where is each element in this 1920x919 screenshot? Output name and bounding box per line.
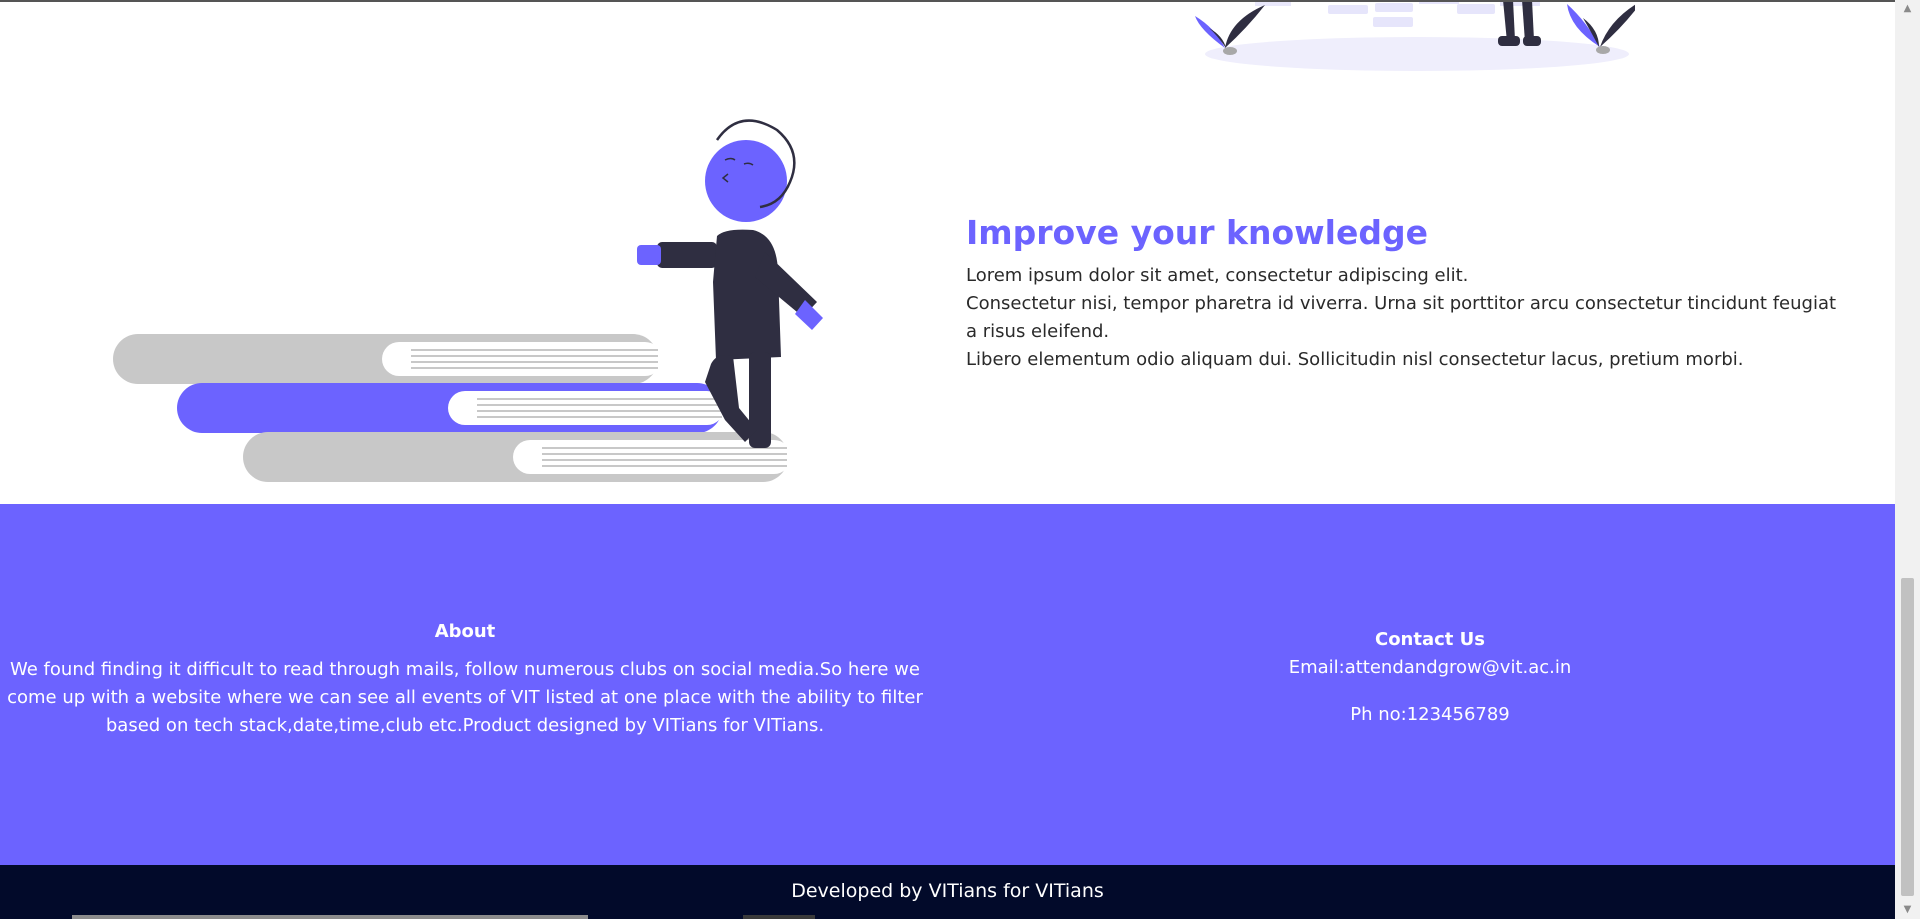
knowledge-line: Libero elementum odio aliquam dui. Solli… xyxy=(966,349,1744,370)
contact-phone: Ph no:123456789 xyxy=(1350,704,1510,725)
scroll-up-arrow-icon[interactable]: ▲ xyxy=(1895,0,1920,18)
vertical-scrollbar[interactable]: ▲ ▼ xyxy=(1895,0,1920,919)
contact-section: Contact Us Email:attendandgrow@vit.ac.in… xyxy=(1180,627,1680,728)
knowledge-text-block: Improve your knowledge Lorem ipsum dolor… xyxy=(966,208,1846,374)
plants-illustration xyxy=(1195,0,1635,71)
books-stairs-illustration xyxy=(113,119,823,482)
knowledge-line: Lorem ipsum dolor sit amet, consectetur … xyxy=(966,265,1469,286)
about-title: About xyxy=(434,621,496,642)
top-divider xyxy=(0,0,1895,2)
contact-email[interactable]: Email:attendandgrow@vit.ac.in xyxy=(1180,655,1680,681)
page: Improve your knowledge Lorem ipsum dolor… xyxy=(0,0,1920,919)
about-text: We found finding it difficult to read th… xyxy=(7,659,923,736)
contact-title: Contact Us xyxy=(1374,629,1485,650)
scroll-down-arrow-icon[interactable]: ▼ xyxy=(1895,901,1920,919)
knowledge-title: Improve your knowledge xyxy=(966,213,1428,252)
developer-credit: Developed by VITians for VITians xyxy=(791,880,1104,902)
footer: About We found finding it difficult to r… xyxy=(0,504,1895,865)
bottom-bar: Developed by VITians for VITians xyxy=(0,865,1895,919)
horizontal-scroll-thumb[interactable] xyxy=(72,915,588,919)
knowledge-line: Consectetur nisi, tempor pharetra id viv… xyxy=(966,293,1837,342)
about-section: About We found finding it difficult to r… xyxy=(0,620,930,740)
knowledge-body: Lorem ipsum dolor sit amet, consectetur … xyxy=(966,262,1846,374)
knowledge-section: Improve your knowledge Lorem ipsum dolor… xyxy=(0,0,1895,504)
scroll-thumb[interactable] xyxy=(1901,578,1914,896)
horizontal-scroll-segment xyxy=(743,915,815,919)
